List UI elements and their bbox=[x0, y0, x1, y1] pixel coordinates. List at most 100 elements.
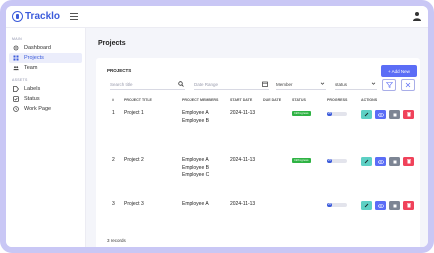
member-select[interactable]: Member bbox=[276, 80, 326, 90]
square-icon bbox=[393, 204, 396, 207]
close-icon bbox=[405, 82, 411, 88]
sidebar-item-label: Team bbox=[24, 65, 38, 71]
sidebar-item-projects[interactable]: Projects bbox=[9, 53, 82, 63]
due-date bbox=[263, 157, 292, 201]
column-header: # bbox=[112, 98, 114, 102]
top-bar: Tracklo bbox=[6, 6, 428, 28]
filter-button[interactable] bbox=[382, 79, 396, 91]
start-date: 2024-11-13 bbox=[230, 110, 256, 116]
gear-icon bbox=[13, 45, 19, 51]
hamburger-menu-icon[interactable] bbox=[70, 13, 78, 20]
delete-button[interactable] bbox=[403, 157, 414, 166]
card-title: PROJECTS bbox=[107, 68, 132, 73]
project-title: Project 3 bbox=[124, 201, 144, 207]
trash-icon bbox=[406, 159, 411, 164]
sidebar-item-status[interactable]: Status bbox=[9, 94, 82, 104]
logo-icon bbox=[12, 11, 23, 22]
actions-cell bbox=[361, 110, 421, 157]
sidebar-item-labels[interactable]: Labels bbox=[9, 84, 82, 94]
view-button[interactable] bbox=[375, 110, 386, 119]
sidebar-item-label: Dashboard bbox=[24, 45, 51, 51]
square-icon bbox=[393, 113, 396, 116]
actions-cell bbox=[361, 201, 421, 221]
column-header: PROJECT TITLE bbox=[124, 98, 152, 102]
status-icon bbox=[13, 96, 19, 102]
clock-icon bbox=[13, 106, 19, 112]
column-header: DUE DATE bbox=[263, 98, 282, 102]
calendar-icon bbox=[262, 81, 268, 89]
app-frame: Tracklo MAIN Dashboard Projects Team ASS… bbox=[0, 0, 434, 253]
page-title: Projects bbox=[98, 40, 126, 47]
column-header: START DATE bbox=[230, 98, 253, 102]
sidebar-item-dashboard[interactable]: Dashboard bbox=[9, 43, 82, 53]
app-logo[interactable]: Tracklo bbox=[12, 11, 60, 22]
stop-button[interactable] bbox=[389, 110, 400, 119]
date-range-input[interactable]: Date Range bbox=[194, 80, 269, 90]
stop-button[interactable] bbox=[389, 201, 400, 210]
project-members: Employee A Employee B bbox=[182, 110, 230, 157]
sidebar-item-label: Labels bbox=[24, 86, 41, 92]
edit-button[interactable] bbox=[361, 110, 372, 119]
trash-icon bbox=[406, 112, 411, 117]
table-row[interactable]: 2 Project 2 Employee A Employee B Employ… bbox=[112, 157, 421, 201]
sidebar-item-work-page[interactable]: Work Page bbox=[9, 104, 82, 114]
due-date bbox=[263, 201, 292, 221]
trash-icon bbox=[406, 203, 411, 208]
date-range-placeholder: Date Range bbox=[194, 82, 219, 87]
row-number: 2 bbox=[112, 157, 115, 163]
progress-cell: 25 bbox=[327, 157, 361, 201]
status-badge: InProgress bbox=[292, 110, 311, 116]
stop-button[interactable] bbox=[389, 157, 400, 166]
search-input[interactable]: Search title bbox=[110, 80, 185, 90]
view-button[interactable] bbox=[375, 157, 386, 166]
eye-icon bbox=[377, 112, 384, 117]
edit-button[interactable] bbox=[361, 201, 372, 210]
progress-cell: 25 bbox=[327, 110, 361, 157]
edit-button[interactable] bbox=[361, 157, 372, 166]
status-cell: InProgress bbox=[292, 157, 327, 201]
member-name: Employee B bbox=[182, 164, 209, 171]
member-name: Employee A bbox=[182, 110, 209, 116]
label-icon bbox=[13, 86, 19, 92]
grid-icon bbox=[13, 55, 19, 61]
view-button[interactable] bbox=[375, 201, 386, 210]
due-date bbox=[263, 110, 292, 157]
sidebar-item-team[interactable]: Team bbox=[9, 63, 82, 73]
add-new-button[interactable]: + Add New bbox=[381, 65, 417, 77]
clear-filter-button[interactable] bbox=[401, 79, 415, 91]
member-name: Employee C bbox=[182, 172, 210, 178]
row-number: 3 bbox=[112, 201, 115, 207]
project-title: Project 2 bbox=[124, 157, 144, 163]
search-icon bbox=[178, 81, 184, 89]
progress-bar: 25 bbox=[327, 203, 347, 207]
user-avatar-icon[interactable] bbox=[412, 11, 422, 22]
pencil-icon bbox=[364, 112, 369, 117]
app-name: Tracklo bbox=[25, 11, 61, 22]
member-select-value: Member bbox=[276, 82, 293, 87]
square-icon bbox=[393, 160, 396, 163]
table-header-row: # PROJECT TITLE PROJECT MEMBERS START DA… bbox=[112, 96, 421, 104]
project-title: Project 1 bbox=[124, 110, 144, 116]
team-icon bbox=[13, 65, 19, 71]
project-members: Employee A bbox=[182, 201, 230, 221]
delete-button[interactable] bbox=[403, 110, 414, 119]
sidebar: MAIN Dashboard Projects Team ASSETS Labe… bbox=[6, 28, 86, 247]
search-placeholder: Search title bbox=[110, 82, 133, 87]
eye-icon bbox=[377, 203, 384, 208]
progress-bar: 25 bbox=[327, 159, 347, 163]
member-name: Employee A bbox=[182, 157, 209, 163]
actions-cell bbox=[361, 157, 421, 201]
member-name: Employee A bbox=[182, 201, 209, 207]
chevron-down-icon bbox=[371, 81, 376, 88]
start-date: 2024-11-13 bbox=[230, 201, 256, 207]
status-select[interactable]: status bbox=[335, 80, 377, 90]
progress-cell: 25 bbox=[327, 201, 361, 221]
column-header: PROJECT MEMBERS bbox=[182, 98, 219, 102]
sidebar-item-label: Projects bbox=[24, 55, 44, 61]
delete-button[interactable] bbox=[403, 201, 414, 210]
main-content: Projects PROJECTS + Add New Search title… bbox=[86, 28, 428, 247]
table-row[interactable]: 1 Project 1 Employee A Employee B 2024-1… bbox=[112, 110, 421, 157]
column-header: ACTIONS bbox=[361, 98, 378, 102]
status-select-value: status bbox=[335, 82, 348, 87]
table-row[interactable]: 3 Project 3 Employee A 2024-11-13 25 bbox=[112, 201, 421, 221]
